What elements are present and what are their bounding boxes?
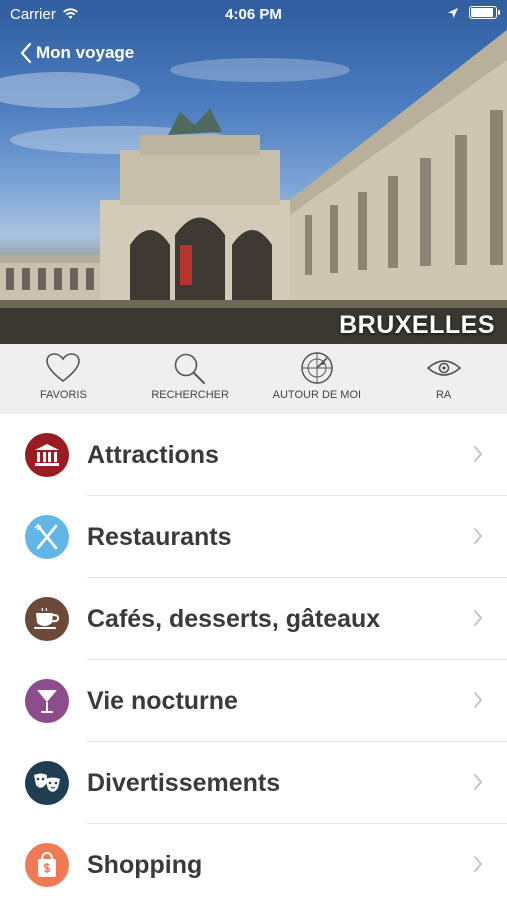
category-row-restaurants[interactable]: Restaurants [0,496,507,578]
chevron-right-icon [474,446,483,462]
city-title: BRUXELLES [339,311,495,339]
radar-icon [301,352,333,384]
quick-actions-toolbar: FAVORIS RECHERCHER AUTOUR DE MOI RA [0,344,507,414]
search-icon [174,353,206,384]
nearby-button[interactable]: AUTOUR DE MOI [254,344,381,414]
eye-icon [426,360,461,376]
category-list: Attractions Restaurants Cafés, desserts,… [0,414,507,900]
status-bar: Carrier 4:06 PM [0,0,507,28]
chevron-right-icon [474,610,483,626]
hero-banner: Carrier 4:06 PM Mon voyage BRUXELLES [0,0,507,344]
cafes-badge [25,597,69,641]
shopping-bag-icon [38,851,56,877]
chevron-left-icon [20,42,32,64]
restaurants-badge [25,515,69,559]
chevron-right-icon [474,692,483,708]
battery-icon [469,6,500,19]
chevron-right-icon [474,528,483,544]
search-button[interactable]: RECHERCHER [127,344,254,414]
category-row-shopping[interactable]: Shopping [0,824,507,900]
category-label: Restaurants [87,522,232,551]
category-label: Divertissements [87,768,281,797]
fork-knife-icon [34,523,58,550]
category-row-nightlife[interactable]: Vie nocturne [0,660,507,742]
clock: 4:06 PM [225,5,282,23]
category-label: Cafés, desserts, gâteaux [87,604,381,633]
back-button-label: Mon voyage [36,43,135,62]
category-row-cafes[interactable]: Cafés, desserts, gâteaux [0,578,507,660]
entertainment-badge [25,761,69,805]
cocktail-icon [37,690,57,713]
heart-icon [46,353,81,383]
coffee-cup-icon [34,607,60,629]
location-arrow-icon [448,7,458,18]
ar-button[interactable]: RA [380,344,507,414]
back-button[interactable]: Mon voyage [20,42,134,64]
attractions-badge [25,433,69,477]
category-label: Attractions [87,440,219,469]
search-label: RECHERCHER [151,389,229,401]
category-row-entertainment[interactable]: Divertissements [0,742,507,824]
favorites-label: FAVORIS [39,389,87,401]
favorites-button[interactable]: FAVORIS [0,344,127,414]
category-label: Vie nocturne [87,686,238,715]
shopping-badge [25,843,69,887]
chevron-right-icon [474,774,483,790]
category-label: Shopping [87,850,203,879]
nightlife-badge [25,679,69,723]
nearby-label: AUTOUR DE MOI [272,389,362,401]
category-row-attractions[interactable]: Attractions [0,414,507,496]
chevron-right-icon [474,856,483,872]
theater-masks-icon [34,773,60,792]
monument-icon [35,444,59,466]
status-indicators [447,6,500,19]
ar-label: RA [435,389,452,401]
